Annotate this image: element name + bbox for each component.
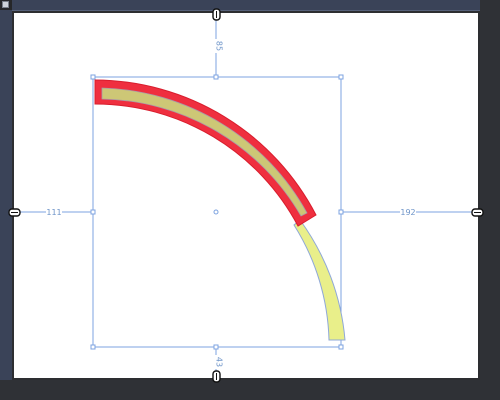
resize-handle-bottom-left[interactable] bbox=[90, 344, 96, 350]
top-margin-label: 85 bbox=[215, 41, 224, 51]
editor-stage: 85 111 192 43 bbox=[0, 0, 500, 400]
resize-handle-left[interactable] bbox=[90, 209, 96, 215]
anchor-link-icon-left[interactable] bbox=[8, 208, 21, 217]
center-point-handle[interactable] bbox=[213, 209, 219, 215]
resize-handle-bottom-right[interactable] bbox=[338, 344, 344, 350]
canvas-overlay: 85 111 192 43 bbox=[8, 8, 484, 383]
anchor-link-icon-right[interactable] bbox=[471, 208, 484, 217]
resize-handle-top[interactable] bbox=[213, 74, 219, 80]
arc-hover-highlight bbox=[94, 79, 317, 227]
left-margin-label: 111 bbox=[46, 208, 61, 217]
resize-handle-top-left[interactable] bbox=[90, 74, 96, 80]
arc-segment-shape[interactable] bbox=[293, 219, 346, 341]
bottom-margin-label: 43 bbox=[215, 357, 224, 367]
resize-handle-right[interactable] bbox=[338, 209, 344, 215]
resize-handle-top-right[interactable] bbox=[338, 74, 344, 80]
resize-handle-bottom[interactable] bbox=[213, 344, 219, 350]
right-margin-label: 192 bbox=[400, 208, 415, 217]
anchor-link-icon-bottom[interactable] bbox=[212, 370, 221, 383]
anchor-link-icon-top[interactable] bbox=[212, 8, 221, 21]
